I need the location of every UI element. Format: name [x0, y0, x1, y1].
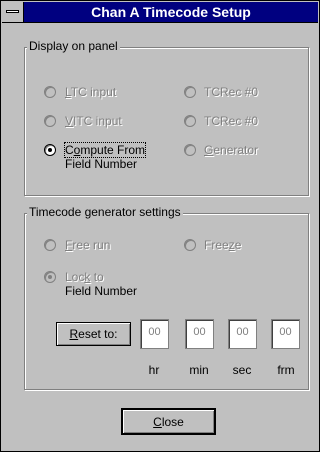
window-title: Chan A Timecode Setup: [91, 4, 251, 20]
close-label: Close: [153, 415, 184, 429]
title-bar: Chan A Timecode Setup: [2, 2, 318, 23]
reset-to-button[interactable]: Reset to:: [56, 322, 131, 346]
seconds-field[interactable]: 00: [228, 319, 257, 349]
lock-to-line2: Field Number: [65, 284, 138, 298]
free-run-radio[interactable]: [44, 239, 56, 251]
display-on-panel-label: Display on panel: [27, 39, 120, 53]
ltc-input-label: LTC input: [65, 85, 117, 99]
system-menu-icon[interactable]: [2, 2, 24, 22]
hours-field[interactable]: 00: [140, 319, 169, 349]
ltc-input-option[interactable]: LTC input: [44, 85, 116, 99]
generator-option[interactable]: Generator: [184, 143, 258, 157]
compute-from-field-option[interactable]: Compute From Field Number: [44, 142, 147, 171]
hours-unit-label: hr: [148, 363, 160, 377]
minutes-unit-label: min: [189, 363, 209, 377]
compute-from-line2: Field Number: [65, 157, 138, 171]
freeze-radio[interactable]: [184, 239, 196, 251]
freeze-option[interactable]: Freeze: [184, 238, 241, 252]
freeze-label: Freeze: [204, 238, 242, 252]
generator-settings-label: Timecode generator settings: [27, 205, 183, 219]
tcrec-radio-2[interactable]: [184, 115, 196, 127]
timecode-setup-dialog: Chan A Timecode Setup Display on panel L…: [0, 0, 320, 452]
lock-to-field-label: Lock to Field Number: [65, 270, 137, 298]
compute-from-line1: Compute From: [63, 142, 147, 158]
free-run-label: Free run: [65, 238, 111, 252]
reset-to-label: Reset to:: [69, 327, 118, 341]
tcrec-label-1: TCRec #0: [204, 85, 259, 99]
tcrec-label-2: TCRec #0: [204, 114, 259, 128]
lock-to-field-radio[interactable]: [44, 271, 56, 283]
frames-field[interactable]: 00: [271, 319, 300, 349]
compute-from-field-label: Compute From Field Number: [63, 142, 147, 171]
tcrec-radio-1[interactable]: [184, 86, 196, 98]
seconds-unit-label: sec: [232, 363, 252, 377]
vitc-input-radio[interactable]: [44, 115, 56, 127]
lock-to-line1: Lock to: [65, 270, 104, 284]
free-run-option[interactable]: Free run: [44, 238, 110, 252]
minutes-field[interactable]: 00: [185, 319, 214, 349]
frames-unit-label: frm: [277, 363, 295, 377]
tcrec-option-1[interactable]: TCRec #0: [184, 85, 258, 99]
lock-to-field-option[interactable]: Lock to Field Number: [44, 270, 137, 298]
vitc-input-option[interactable]: VITC input: [44, 114, 122, 128]
ltc-input-radio[interactable]: [44, 86, 56, 98]
close-button[interactable]: Close: [121, 408, 216, 435]
compute-from-field-radio[interactable]: [44, 144, 56, 156]
tcrec-option-2[interactable]: TCRec #0: [184, 114, 258, 128]
vitc-input-label: VITC input: [65, 114, 122, 128]
generator-label: Generator: [204, 143, 259, 157]
generator-radio[interactable]: [184, 144, 196, 156]
